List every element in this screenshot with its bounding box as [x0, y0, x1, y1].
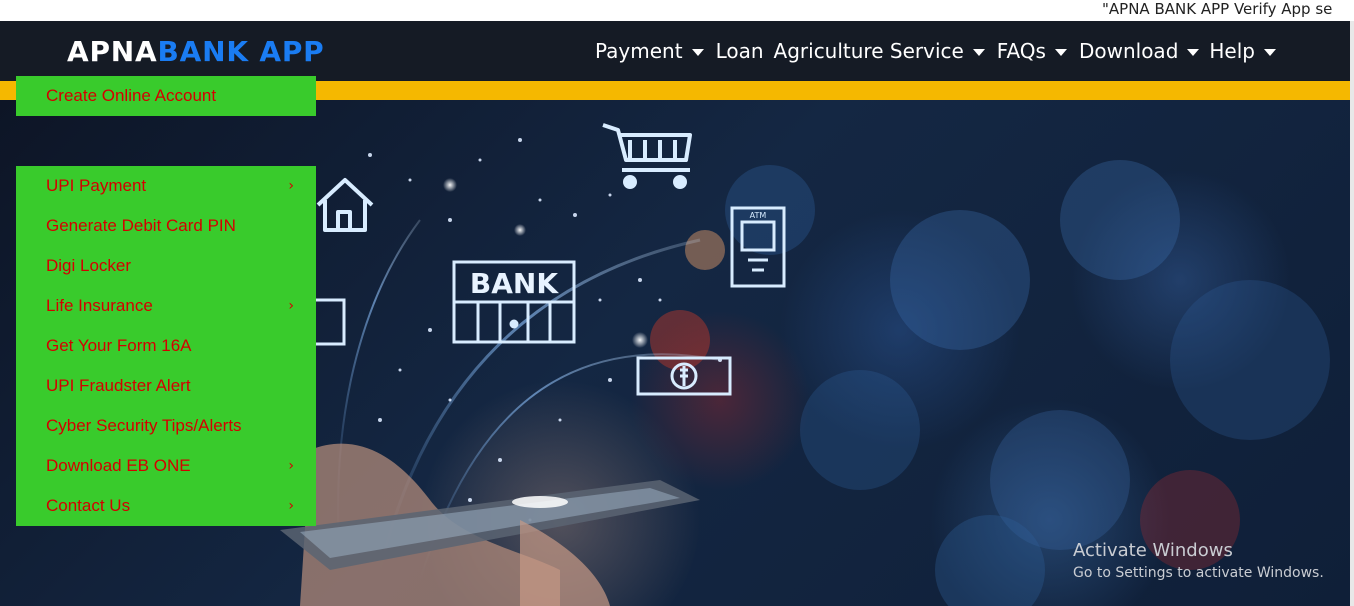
- activate-windows-watermark: Activate Windows Go to Settings to activ…: [1073, 540, 1324, 583]
- menu-item-contact-us[interactable]: Contact Us ›: [16, 486, 316, 526]
- menu-item-label: Cyber Security Tips/Alerts: [46, 416, 242, 435]
- menu-item-cyber-security-tips[interactable]: Cyber Security Tips/Alerts: [16, 406, 316, 446]
- nav-item-agriculture-service[interactable]: Agriculture Service: [774, 39, 985, 63]
- chevron-right-icon: ›: [288, 498, 294, 514]
- menu-item-label: Digi Locker: [46, 256, 132, 275]
- menu-item-upi-fraudster-alert[interactable]: UPI Fraudster Alert: [16, 366, 316, 406]
- house-icon: [316, 178, 374, 232]
- menu-item-upi-payment[interactable]: UPI Payment ›: [16, 166, 316, 206]
- nav-item-label: Payment: [595, 39, 683, 63]
- nav-item-faqs[interactable]: FAQs: [997, 39, 1067, 63]
- site-header: APNABANK APP Payment Loan Agriculture Se…: [0, 21, 1350, 81]
- menu-item-download-eb-one[interactable]: Download EB ONE ›: [16, 446, 316, 486]
- logo-text-bank-app: BANK APP: [157, 35, 325, 68]
- nav-item-label: Download: [1078, 39, 1179, 63]
- announcement-marquee: "APNA BANK APP Verify App se: [0, 0, 1354, 21]
- menu-item-create-online-account[interactable]: Create Online Account: [16, 76, 316, 116]
- nav-item-download[interactable]: Download: [1078, 39, 1200, 63]
- nav-item-label: Help: [1209, 39, 1255, 63]
- nav-item-help[interactable]: Help: [1209, 39, 1276, 63]
- nav-item-loan[interactable]: Loan: [716, 39, 764, 63]
- menu-item-form-16a[interactable]: Get Your Form 16A: [16, 326, 316, 366]
- caret-down-icon: [1187, 48, 1200, 56]
- chevron-right-icon: ›: [288, 298, 294, 314]
- nav-item-label: Agriculture Service: [773, 39, 964, 63]
- vertical-scrollbar[interactable]: [1350, 21, 1354, 606]
- nav-item-label: Loan: [715, 39, 764, 63]
- payment-dropdown-top: Create Online Account: [16, 76, 316, 116]
- menu-item-label: Download EB ONE: [46, 456, 191, 475]
- caret-down-icon: [1264, 48, 1276, 56]
- caret-down-icon: [691, 48, 704, 56]
- cart-icon: [602, 123, 692, 189]
- caret-down-icon: [1054, 48, 1067, 56]
- menu-item-label: Create Online Account: [46, 86, 217, 105]
- hand-phone-illustration: [280, 443, 700, 606]
- marquee-text: "APNA BANK APP Verify App se: [1102, 0, 1333, 18]
- money-icon: [636, 356, 732, 396]
- logo-text-apna: APNA: [67, 35, 158, 68]
- atm-sign-text: ATM: [750, 211, 767, 220]
- menu-item-label: Get Your Form 16A: [46, 336, 192, 355]
- caret-down-icon: [972, 48, 985, 56]
- chevron-right-icon: ›: [288, 178, 294, 194]
- menu-item-label: UPI Payment: [46, 176, 147, 195]
- bank-sign-text: BANK: [470, 267, 559, 300]
- menu-item-digi-locker[interactable]: Digi Locker: [16, 246, 316, 286]
- chevron-right-icon: ›: [288, 458, 294, 474]
- watermark-title: Activate Windows: [1073, 540, 1233, 561]
- menu-item-label: Life Insurance: [46, 296, 153, 315]
- site-logo[interactable]: APNABANK APP: [67, 35, 325, 69]
- menu-item-life-insurance[interactable]: Life Insurance ›: [16, 286, 316, 326]
- menu-item-label: Generate Debit Card PIN: [46, 216, 236, 235]
- menu-item-label: Contact Us: [46, 496, 131, 515]
- main-nav: Payment Loan Agriculture Service FAQs Do…: [595, 21, 1276, 81]
- menu-item-generate-debit-card-pin[interactable]: Generate Debit Card PIN: [16, 206, 316, 246]
- services-dropdown-menu: UPI Payment › Generate Debit Card PIN Di…: [16, 166, 316, 526]
- watermark-subtitle: Go to Settings to activate Windows.: [1073, 565, 1324, 581]
- nav-item-payment[interactable]: Payment: [595, 39, 704, 63]
- nav-item-label: FAQs: [996, 39, 1046, 63]
- menu-item-label: UPI Fraudster Alert: [46, 376, 191, 395]
